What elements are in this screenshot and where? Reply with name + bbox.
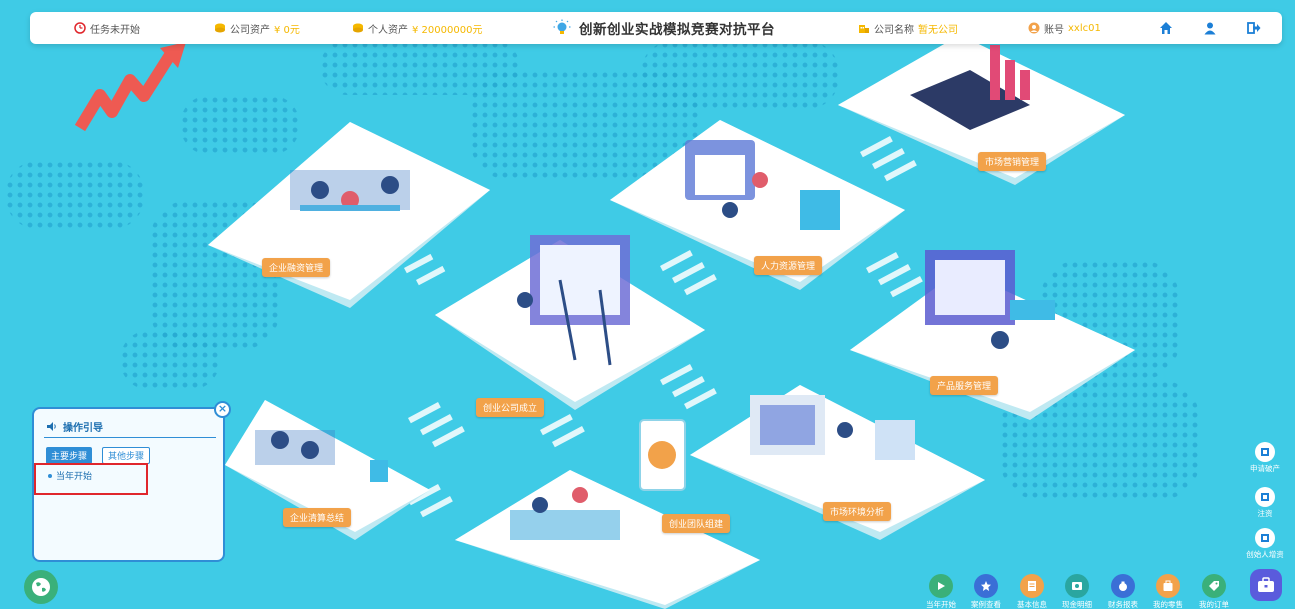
module-hr-label[interactable]: 人力资源管理 [754, 256, 823, 275]
account-value: xxlc01 [1068, 22, 1101, 34]
apply-bankruptcy-label: 申请破产 [1250, 464, 1280, 473]
coins-icon [353, 23, 363, 33]
task-status-text: 任务未开始 [90, 24, 140, 36]
cash-detail-label: 现金明细 [1062, 600, 1092, 609]
cash-icon [1065, 574, 1089, 598]
module-team-label[interactable]: 创业团队组建 [662, 514, 731, 533]
growth-arrow [74, 48, 178, 132]
company-assets-label: 公司资产 [230, 24, 270, 36]
basic-info-button[interactable]: 基本信息 [1012, 574, 1052, 609]
logout-button[interactable] [1246, 20, 1262, 36]
case-view-button[interactable]: 案例查看 [966, 574, 1006, 609]
play-icon [929, 574, 953, 598]
module-liquidation-label[interactable]: 企业清算总结 [283, 508, 352, 527]
founder-capital-button[interactable]: 创始人增资 [1241, 528, 1289, 560]
personal-assets-label: 个人资产 [368, 24, 408, 36]
injection-icon [1255, 487, 1275, 507]
bankruptcy-icon [1255, 442, 1275, 462]
tag-icon [1202, 574, 1226, 598]
module-founding-label[interactable]: 创业公司成立 [476, 398, 545, 417]
personal-assets-value: ¥ 20000000元 [412, 24, 483, 36]
globe-icon [32, 578, 50, 596]
top-status-bar: 任务未开始 公司资产 ¥ 0元 个人资产 ¥ 20000000元 创新创业实战模… [30, 12, 1282, 44]
star-icon [974, 574, 998, 598]
module-finance-label[interactable]: 企业融资管理 [262, 258, 331, 277]
company-name-value: 暂无公司 [918, 24, 958, 36]
tab-other-steps[interactable]: 其他步骤 [102, 447, 151, 464]
money-bag-icon [1111, 574, 1135, 598]
financial-report-button[interactable]: 财务报表 [1103, 574, 1143, 609]
my-orders-label: 我的订单 [1199, 600, 1229, 609]
account-label: 账号 [1044, 24, 1064, 36]
building-icon [859, 25, 869, 33]
module-market-analysis-label[interactable]: 市场环境分析 [823, 502, 892, 521]
platform-title: 创新创业实战模拟竞赛对抗平台 [553, 18, 775, 38]
personal-assets: 个人资产 ¥ 20000000元 [352, 21, 482, 36]
financial-report-label: 财务报表 [1108, 600, 1138, 609]
apply-bankruptcy-button[interactable]: 申请破产 [1241, 442, 1289, 474]
briefcase-icon [1258, 577, 1274, 592]
my-retail-button[interactable]: 我的零售 [1148, 574, 1188, 609]
operation-guide-panel: 操作引导 主要步骤 其他步骤 当年开始 [32, 407, 225, 562]
my-retail-label: 我的零售 [1153, 600, 1183, 609]
user-icon [1204, 22, 1216, 35]
year-start-label: 当年开始 [926, 600, 956, 609]
speaker-icon [47, 422, 56, 431]
basic-info-label: 基本信息 [1017, 600, 1047, 609]
case-view-label: 案例查看 [971, 600, 1001, 609]
task-status: 任务未开始 [74, 21, 140, 36]
my-orders-button[interactable]: 我的订单 [1194, 574, 1234, 609]
coins-icon [215, 23, 225, 33]
home-button[interactable] [1158, 20, 1174, 36]
home-icon [1160, 22, 1172, 34]
founder-capital-icon [1255, 528, 1275, 548]
company-name: 公司名称 暂无公司 [858, 21, 958, 36]
module-marketing-label[interactable]: 市场营销管理 [978, 152, 1047, 171]
guide-title: 操作引导 [63, 423, 103, 434]
platform-title-text: 创新创业实战模拟竞赛对抗平台 [579, 22, 775, 38]
cash-detail-button[interactable]: 现金明细 [1057, 574, 1097, 609]
profile-button[interactable] [1202, 20, 1218, 36]
account: 账号 xxlc01 [1028, 21, 1101, 36]
briefcase-button[interactable] [1250, 569, 1282, 601]
logout-icon [1247, 22, 1261, 34]
guide-divider [44, 437, 216, 438]
retail-icon [1156, 574, 1180, 598]
capital-injection-label: 注资 [1257, 509, 1273, 518]
tab-main-steps[interactable]: 主要步骤 [46, 447, 93, 464]
platform-finance [208, 122, 490, 308]
guide-close-button[interactable]: × [214, 401, 231, 418]
document-icon [1020, 574, 1044, 598]
globe-button[interactable] [24, 570, 58, 604]
company-assets-value: ¥ 0元 [274, 24, 300, 36]
module-product-label[interactable]: 产品服务管理 [930, 376, 999, 395]
company-name-label: 公司名称 [874, 24, 914, 36]
year-start-button[interactable]: 当年开始 [921, 574, 961, 609]
capital-injection-button[interactable]: 注资 [1241, 487, 1289, 519]
step-highlight-box [34, 463, 148, 495]
clock-icon [74, 22, 86, 34]
company-assets: 公司资产 ¥ 0元 [214, 21, 300, 36]
guide-header: 操作引导 [46, 419, 103, 434]
lightbulb-icon [553, 19, 571, 34]
founder-capital-label: 创始人增资 [1246, 550, 1284, 559]
account-icon [1028, 22, 1040, 34]
